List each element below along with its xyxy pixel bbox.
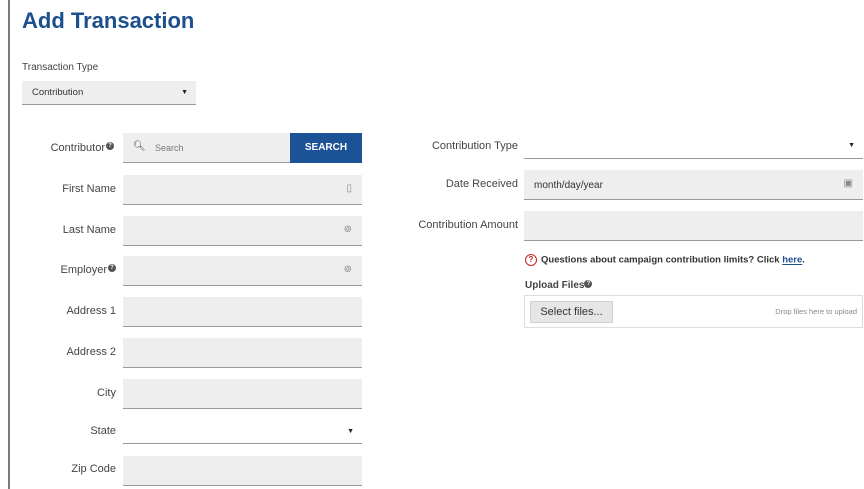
transaction-type-label: Transaction Type: [22, 62, 99, 73]
city-label: City: [97, 387, 116, 399]
contribution-amount-label: Contribution Amount: [418, 219, 518, 231]
date-received-field[interactable]: month/day/year ▣: [524, 170, 863, 200]
zip-code-field[interactable]: [123, 456, 362, 486]
contact-card-icon: ▯: [346, 183, 352, 194]
limits-note-text: Questions about campaign contribution li…: [541, 254, 783, 266]
help-icon[interactable]: ?: [584, 280, 593, 288]
question-circle-icon: ?: [525, 254, 537, 266]
employer-label: Employer?: [6, 264, 116, 276]
last-name-field[interactable]: ⊚: [123, 216, 362, 246]
contributor-label: Contributor?: [4, 142, 114, 154]
caret-down-icon: ▼: [181, 89, 188, 96]
contribution-limits-note: ? Questions about campaign contribution l…: [525, 254, 805, 266]
caret-down-icon: ▼: [347, 428, 354, 435]
location-pin-icon: ⊚: [343, 224, 352, 235]
contribution-type-select[interactable]: ▼: [524, 134, 863, 159]
contributor-label-text: Contributor: [50, 142, 105, 154]
caret-down-icon: ▼: [848, 142, 855, 149]
address2-field[interactable]: [123, 338, 362, 368]
address1-label: Address 1: [66, 305, 116, 317]
employer-label-text: Employer: [60, 264, 107, 276]
transaction-type-value: Contribution: [32, 87, 84, 98]
file-drop-zone[interactable]: Select files... Drop files here to uploa…: [524, 295, 863, 328]
address2-label: Address 2: [66, 346, 116, 358]
drop-hint: Drop files here to upload: [775, 307, 857, 316]
select-files-button[interactable]: Select files...: [530, 301, 613, 323]
date-received-label: Date Received: [445, 178, 518, 190]
date-placeholder: month/day/year: [534, 180, 603, 191]
search-button[interactable]: SEARCH: [290, 133, 362, 163]
location-pin-icon: ⊚: [343, 264, 352, 275]
upload-files-label-text: Upload Files: [525, 280, 585, 291]
zip-code-label: Zip Code: [71, 463, 116, 475]
search-placeholder: Search: [155, 143, 184, 153]
limits-note-suffix: .: [802, 254, 805, 266]
employer-field[interactable]: ⊚: [123, 256, 362, 286]
calendar-icon[interactable]: ▣: [844, 178, 853, 189]
contributor-search-input[interactable]: 🔍︎ Search: [123, 133, 290, 163]
transaction-type-select[interactable]: Contribution ▼: [22, 81, 196, 105]
first-name-label: First Name: [62, 183, 116, 195]
upload-files-label: Upload Files?: [525, 280, 593, 291]
contribution-type-label: Contribution Type: [431, 140, 518, 152]
first-name-field[interactable]: ▯: [123, 175, 362, 205]
state-select[interactable]: ▼: [123, 420, 362, 444]
address1-field[interactable]: [123, 297, 362, 327]
last-name-label: Last Name: [62, 224, 116, 236]
page-title: Add Transaction: [22, 8, 195, 33]
state-label: State: [90, 425, 116, 437]
help-icon[interactable]: ?: [108, 264, 116, 272]
limits-here-link[interactable]: here: [782, 255, 802, 266]
search-icon: 🔍︎: [133, 141, 146, 152]
help-icon[interactable]: ?: [106, 142, 114, 150]
city-field[interactable]: [123, 379, 362, 409]
contribution-amount-field[interactable]: [524, 211, 863, 241]
